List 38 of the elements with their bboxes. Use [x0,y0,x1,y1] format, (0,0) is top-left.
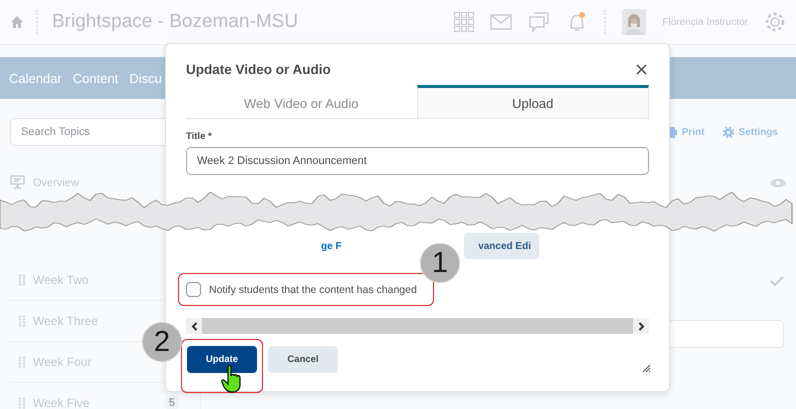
update-button[interactable]: Update [187,346,257,373]
mail-icon[interactable] [490,14,512,30]
settings-icon[interactable] [764,11,786,33]
drag-handle-icon[interactable] [19,315,25,327]
chat-icon[interactable] [528,11,550,33]
dialog-title: Update Video or Audio [186,62,331,77]
scroll-right-icon[interactable] [633,318,649,334]
drag-handle-icon[interactable] [19,397,25,409]
field-label: Title * [186,131,213,142]
close-icon[interactable] [636,64,647,75]
resize-handle-icon[interactable] [642,364,651,373]
drag-handle-icon[interactable] [19,356,25,368]
title-field[interactable]: Week 2 Discussion Announcement [186,147,649,175]
check-icon [770,276,784,286]
checkbox[interactable] [186,282,201,297]
checkbox-label[interactable]: Notify students that the content has changed [209,284,417,296]
link[interactable]: ge F [321,240,342,252]
scroll-left-icon[interactable] [186,318,202,334]
count-badge: 5 [164,396,180,409]
nav-item[interactable]: Content [72,70,118,86]
editor-button[interactable]: vanced Edi [464,233,539,259]
step-marker: 2 [142,322,182,362]
drag-handle-icon[interactable] [19,274,25,286]
cancel-button[interactable]: Cancel [268,346,338,373]
hand-cursor-icon [221,365,243,393]
settings-link[interactable]: Settings [722,126,778,138]
user-name[interactable]: Florencia Instructor [662,16,748,28]
scrollbar[interactable] [186,318,649,334]
app-grid-icon[interactable] [454,12,474,32]
tab[interactable]: Upload [416,85,649,118]
nav-item[interactable]: Calendar [9,70,62,86]
gear-icon [722,126,734,138]
eye-icon[interactable] [770,178,786,188]
nav-item[interactable]: Discu [129,70,162,86]
home-icon[interactable] [10,15,24,29]
presentation-icon [10,175,25,190]
site-title[interactable]: Brightspace - Bozeman-MSU [52,11,298,33]
avatar-icon[interactable] [622,9,646,35]
